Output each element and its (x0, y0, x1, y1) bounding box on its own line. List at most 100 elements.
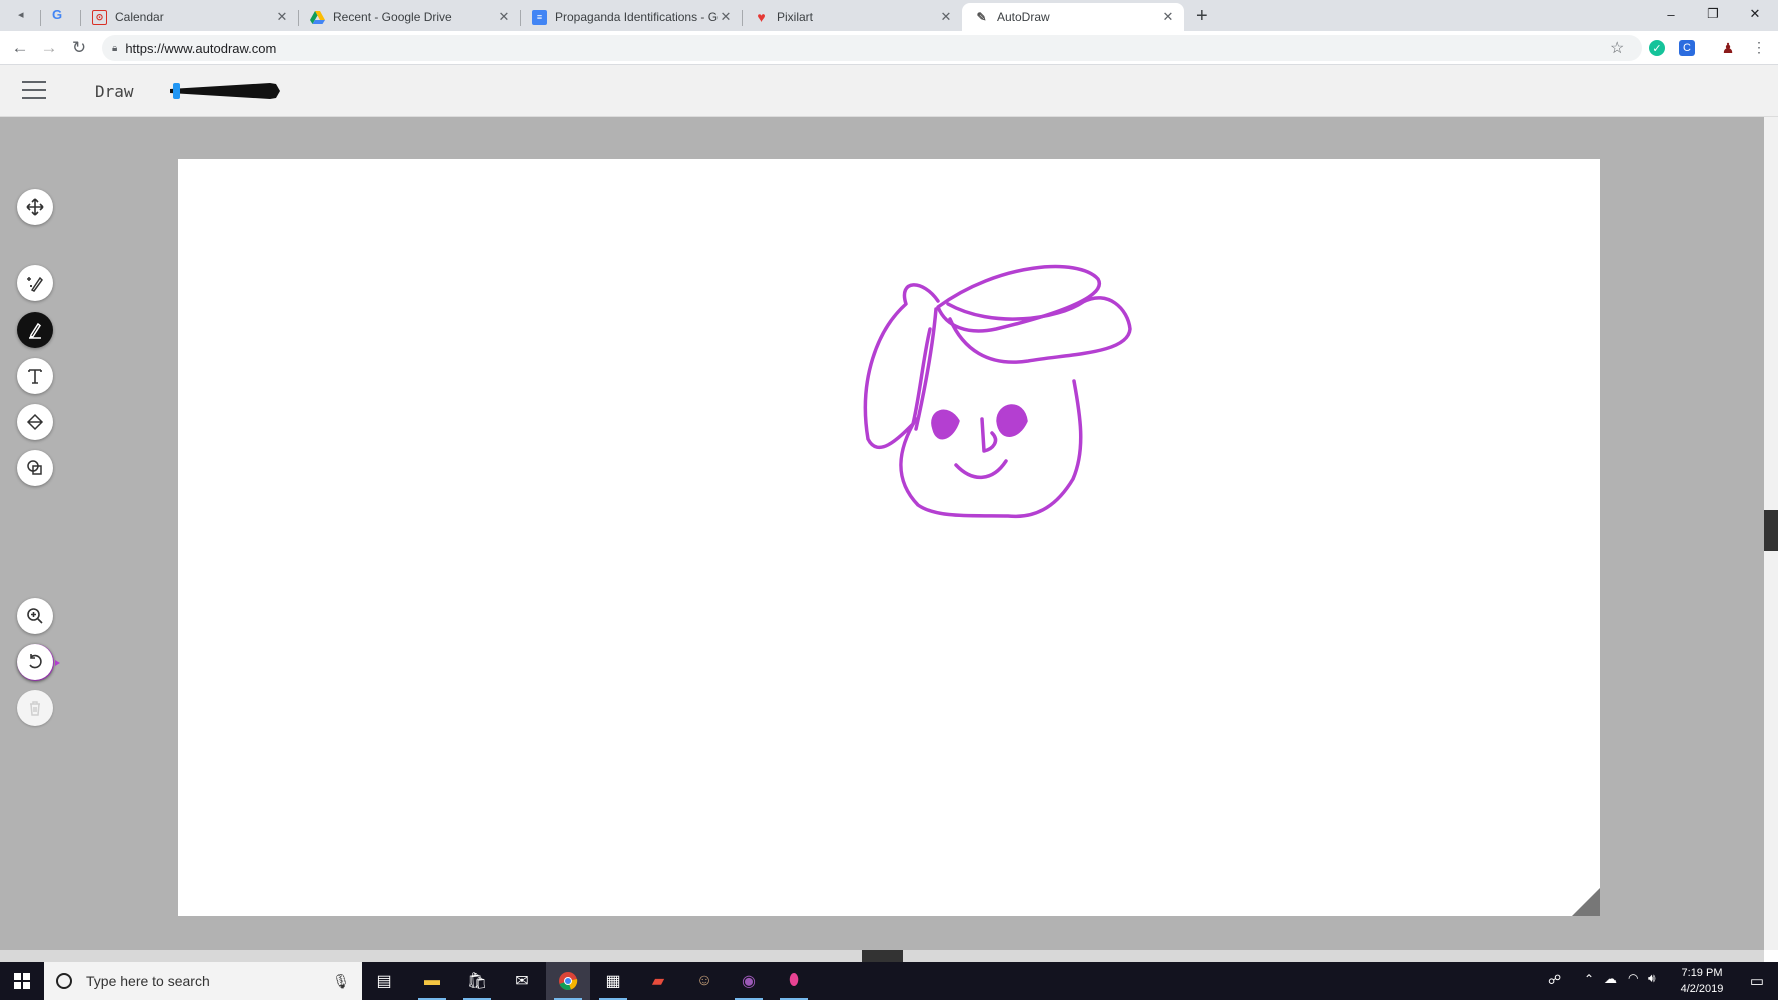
color-picker-caret (55, 660, 60, 666)
draw-tool[interactable] (17, 312, 53, 348)
shape-tool[interactable] (17, 450, 53, 486)
profile-extension-icon[interactable]: ♟ (1720, 40, 1736, 56)
windows-taskbar: Type here to search 🎙︎ ▤ ▬ 🛍︎ ✉ ▦ ▰ ☺ ◉ … (0, 962, 1778, 1000)
url-text: https://www.autodraw.com (125, 40, 277, 56)
hair-strand-stroke-2 (914, 307, 938, 431)
browser-menu-icon[interactable]: ⋮ (1752, 39, 1766, 56)
mouth-stroke (954, 459, 1008, 480)
tab-audio-icon[interactable]: ◂ (18, 8, 24, 21)
grammarly-extension-icon[interactable]: ✓ (1649, 40, 1665, 56)
text-t-icon (28, 369, 42, 384)
zoom-tool[interactable] (17, 598, 53, 634)
game-app-icon[interactable]: ▰ (636, 962, 680, 1000)
address-bar[interactable]: 🔒︎ https://www.autodraw.com (102, 35, 1642, 61)
microphone-icon[interactable]: 🎙︎ (332, 973, 350, 990)
close-icon[interactable]: ✕ (274, 9, 290, 25)
type-tool[interactable] (17, 358, 53, 394)
tab-title: AutoDraw (997, 10, 1050, 24)
shapes-icon (27, 460, 42, 475)
pixilart-icon: ♥ (757, 9, 766, 25)
wifi-icon[interactable]: ◠ (1628, 971, 1638, 985)
delete-button[interactable] (17, 690, 53, 726)
move-arrows-icon (26, 198, 44, 216)
move-tool[interactable] (17, 189, 53, 225)
stroke-width-slider[interactable] (166, 80, 282, 102)
taskbar-clock[interactable]: 7:19 PM 4/2/2019 (1668, 965, 1736, 997)
reload-button[interactable]: ↻ (68, 37, 90, 59)
close-icon[interactable]: ✕ (1160, 9, 1176, 25)
people-icon[interactable]: ☍ (1548, 972, 1561, 988)
tab-title: Recent - Google Drive (333, 10, 452, 24)
action-center-icon[interactable]: ▭ (1736, 962, 1778, 1000)
mode-label: Draw (95, 82, 134, 101)
face-drawing (863, 264, 1132, 519)
avatar-app-icon[interactable]: ☺ (682, 962, 726, 1000)
close-icon[interactable]: ✕ (718, 9, 734, 25)
mail-icon[interactable]: ✉ (500, 962, 544, 1000)
google-pinned-tab[interactable]: G (52, 7, 68, 23)
app-header: Draw (0, 65, 1778, 117)
google-docs-icon: ≡ (532, 9, 547, 25)
paint-bucket-icon (26, 413, 44, 431)
slider-handle[interactable] (173, 83, 180, 99)
tab-pixilart[interactable]: ♥ Pixilart ✕ (742, 3, 962, 31)
pencil-icon (29, 322, 42, 339)
clock-date: 4/2/2019 (1680, 983, 1724, 995)
fill-tool[interactable] (17, 404, 53, 440)
trash-icon (30, 701, 40, 716)
tab-propaganda-doc[interactable]: ≡ Propaganda Identifications - Goo ✕ (520, 3, 742, 31)
tab-google-drive[interactable]: Recent - Google Drive ✕ (298, 3, 520, 31)
task-view-icon[interactable]: ▤ (362, 962, 406, 1000)
calendar-icon: ⊙ (92, 9, 107, 25)
drawing-canvas[interactable] (178, 159, 1600, 916)
search-placeholder: Type here to search (86, 973, 210, 989)
cortana-icon (56, 973, 72, 989)
extension-c-icon[interactable]: C (1679, 40, 1695, 56)
tab-calendar[interactable]: ⊙ Calendar ✕ (80, 3, 298, 31)
windows-logo-icon (14, 973, 30, 989)
close-window-button[interactable]: ✕ (1732, 0, 1778, 28)
autodraw-icon: ✎ (976, 10, 987, 24)
tab-autodraw[interactable]: ✎ AutoDraw ✕ (962, 3, 1184, 31)
photo-app-icon[interactable]: ◉ (727, 962, 771, 1000)
show-hidden-icons[interactable]: ⌃ (1584, 972, 1594, 986)
forward-button[interactable]: → (38, 37, 60, 59)
right-eye-stroke (996, 404, 1028, 437)
workspace-area (0, 117, 1764, 950)
horizontal-scroll-thumb[interactable] (862, 950, 903, 962)
maps-pin-icon[interactable]: ⬮ (772, 962, 816, 1000)
zoom-in-icon (27, 608, 43, 624)
close-icon[interactable]: ✕ (496, 9, 512, 25)
tab-title: Calendar (115, 10, 164, 24)
browser-toolbar: ← → ↻ 🔒︎ https://www.autodraw.com ☆ ✓ C … (0, 31, 1778, 65)
hat-brim-stroke (936, 264, 1102, 333)
bookmark-star-icon[interactable]: ☆ (1610, 38, 1624, 58)
store-icon[interactable]: 🛍︎ (455, 962, 499, 1000)
drawing-strokes (863, 264, 1132, 519)
autodraw-pen-sparkle-icon (27, 276, 43, 292)
autodraw-tool[interactable] (17, 265, 53, 301)
restore-button[interactable]: ❐ (1690, 0, 1736, 28)
lock-icon: 🔒︎ (112, 42, 118, 54)
tab-title: Propaganda Identifications - Goo (555, 10, 718, 24)
new-tab-button[interactable]: + (1196, 5, 1208, 28)
chrome-logo-icon (559, 972, 578, 991)
start-button[interactable] (0, 962, 44, 1000)
chrome-icon[interactable] (546, 962, 590, 1000)
close-icon[interactable]: ✕ (938, 9, 954, 25)
file-explorer-icon[interactable]: ▬ (410, 962, 454, 1000)
onedrive-icon[interactable]: ☁ (1604, 971, 1617, 987)
hamburger-menu-icon[interactable] (22, 81, 46, 101)
browser-tab-strip: ◂ G ⊙ Calendar ✕ Recent - Google Drive ✕… (0, 0, 1778, 31)
back-button[interactable]: ← (9, 37, 31, 59)
vertical-scroll-thumb[interactable] (1764, 510, 1778, 551)
google-drive-icon (310, 10, 325, 25)
undo-button[interactable] (17, 644, 53, 680)
minimize-button[interactable]: – (1648, 0, 1694, 28)
calculator-icon[interactable]: ▦ (591, 962, 635, 1000)
tab-title: Pixilart (777, 10, 814, 24)
canvas-resize-handle[interactable] (1572, 888, 1600, 916)
taskbar-search-box[interactable]: Type here to search 🎙︎ (44, 962, 362, 1000)
volume-icon[interactable]: 🔊︎ (1648, 971, 1656, 986)
undo-icon (29, 654, 42, 669)
